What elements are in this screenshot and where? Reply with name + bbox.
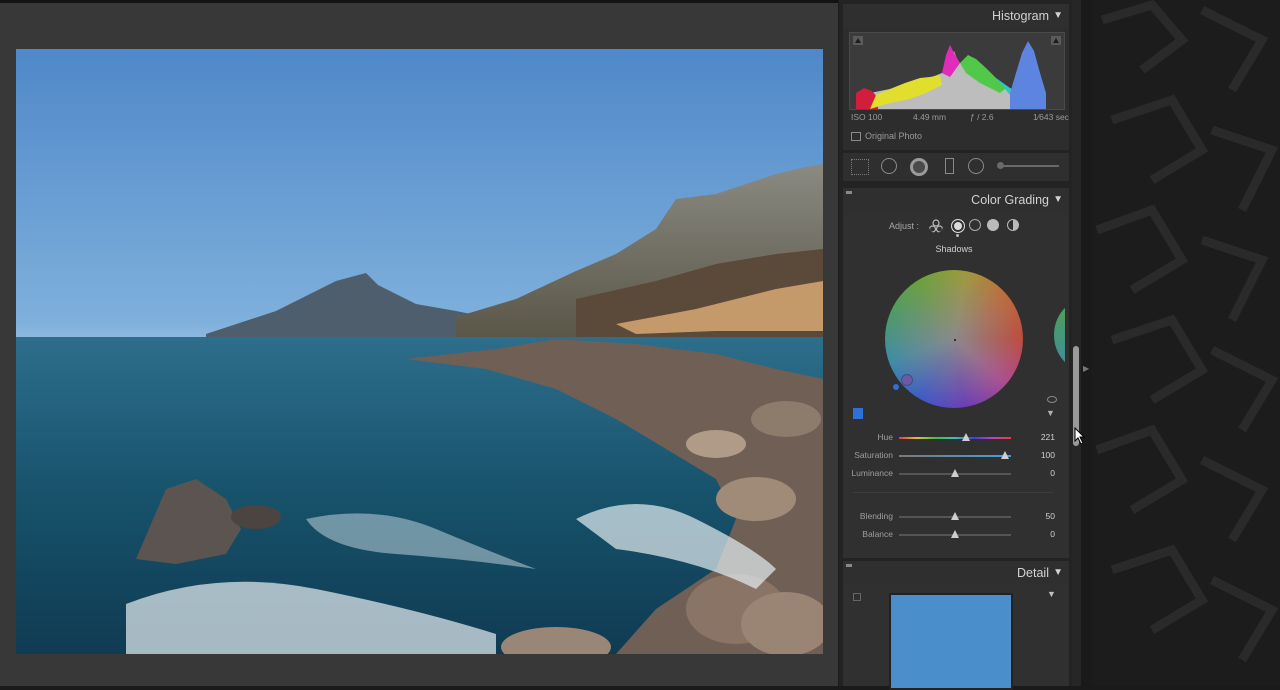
wheel-label: Shadows bbox=[935, 244, 973, 254]
panel-scrollbar[interactable] bbox=[1072, 0, 1081, 686]
saturation-thumb[interactable] bbox=[1001, 451, 1009, 459]
grid-icon[interactable] bbox=[851, 159, 869, 175]
blending-thumb[interactable] bbox=[951, 512, 959, 520]
triangle-down-icon[interactable]: ▼ bbox=[1046, 408, 1055, 418]
triangle-down-icon[interactable]: ▼ bbox=[1053, 10, 1063, 21]
original-photo-label: Original Photo bbox=[865, 131, 923, 141]
triangle-down-icon[interactable]: ▼ bbox=[1053, 194, 1063, 205]
balance-label: Balance bbox=[862, 529, 893, 539]
shape-icon[interactable] bbox=[945, 158, 954, 174]
hue-label: Hue bbox=[877, 432, 893, 442]
three-way-view-icon[interactable] bbox=[929, 219, 943, 233]
right-panel: Histogram ▼ ISO 100 4.49 mm ƒ / 2.6 1⁄64… bbox=[838, 0, 1073, 690]
panel-pin-icon[interactable] bbox=[846, 564, 852, 567]
highlights-view-icon[interactable] bbox=[987, 219, 999, 231]
tool-slider[interactable] bbox=[997, 162, 1059, 169]
luminance-value[interactable]: 0 bbox=[1050, 468, 1055, 478]
hue-thumb[interactable] bbox=[962, 433, 970, 441]
wheel-selection-dot[interactable] bbox=[893, 384, 899, 390]
blending-slider-row[interactable]: Blending 50 bbox=[843, 510, 1065, 524]
luminance-thumb[interactable] bbox=[951, 469, 959, 477]
radial-mask-icon[interactable] bbox=[910, 158, 928, 176]
global-view-icon[interactable] bbox=[1007, 219, 1019, 231]
color-grading-title: Color Grading bbox=[971, 193, 1049, 207]
mouse-cursor-icon bbox=[1074, 427, 1086, 445]
brush-icon[interactable] bbox=[881, 158, 897, 174]
hue-slider-row[interactable]: Hue 221 bbox=[843, 431, 1065, 445]
section-divider bbox=[853, 492, 1053, 493]
image-canvas[interactable] bbox=[0, 3, 838, 686]
highlight-clipping-button[interactable] bbox=[1051, 36, 1061, 45]
background-pattern bbox=[1092, 0, 1280, 686]
next-wheel-partial[interactable] bbox=[1054, 300, 1065, 370]
saturation-track[interactable] bbox=[899, 455, 1011, 457]
panel-pin-icon[interactable] bbox=[846, 191, 852, 194]
luminance-slider-row[interactable]: Luminance 0 bbox=[843, 467, 1065, 481]
eye-icon[interactable] bbox=[1047, 396, 1057, 403]
histogram-title: Histogram bbox=[992, 9, 1049, 23]
histogram-chart bbox=[856, 41, 1046, 109]
midtones-view-icon[interactable] bbox=[969, 219, 981, 231]
shutter-readout: 1⁄643 sec bbox=[1033, 112, 1069, 122]
adjust-label: Adjust : bbox=[889, 221, 920, 231]
histogram-header[interactable]: Histogram ▼ bbox=[843, 4, 1069, 28]
original-photo-checkbox[interactable] bbox=[851, 132, 861, 142]
color-grading-section: Adjust : Shadows ▼ Hue 221 Saturation 10… bbox=[843, 212, 1069, 558]
blending-value[interactable]: 50 bbox=[1046, 511, 1055, 521]
blending-label: Blending bbox=[859, 511, 893, 521]
tool-slider-knob[interactable] bbox=[997, 162, 1004, 169]
detail-target-icon[interactable] bbox=[853, 593, 861, 601]
detail-header[interactable]: Detail ▼ bbox=[843, 561, 1069, 585]
detail-title: Detail bbox=[1017, 566, 1049, 580]
pattern-svg bbox=[1095, 0, 1279, 663]
original-photo-toggle[interactable]: Original Photo bbox=[851, 131, 923, 142]
histogram-graph[interactable] bbox=[849, 32, 1065, 110]
saturation-slider-row[interactable]: Saturation 100 bbox=[843, 449, 1065, 463]
triangle-down-icon[interactable]: ▼ bbox=[1047, 589, 1056, 599]
focal-readout: 4.49 mm bbox=[913, 112, 947, 122]
tool-strip bbox=[843, 153, 1069, 181]
detail-preview[interactable] bbox=[889, 593, 1013, 690]
iso-readout: ISO 100 bbox=[851, 112, 883, 122]
shadow-clipping-button[interactable] bbox=[853, 36, 863, 45]
detail-section: ▼ bbox=[843, 585, 1069, 690]
color-swatch[interactable] bbox=[853, 408, 863, 419]
balance-slider-row[interactable]: Balance 0 bbox=[843, 528, 1065, 542]
saturation-value[interactable]: 100 bbox=[1041, 450, 1055, 460]
balance-value[interactable]: 0 bbox=[1050, 529, 1055, 539]
luminance-label: Luminance bbox=[851, 468, 893, 478]
hue-value[interactable]: 221 bbox=[1041, 432, 1055, 442]
hue-track[interactable] bbox=[899, 437, 1011, 439]
ring-icon[interactable] bbox=[968, 158, 984, 174]
app-window: Histogram ▼ ISO 100 4.49 mm ƒ / 2.6 1⁄64… bbox=[0, 0, 1280, 690]
histogram-section: ISO 100 4.49 mm ƒ / 2.6 1⁄643 sec Origin… bbox=[843, 28, 1069, 150]
selected-indicator bbox=[956, 234, 959, 237]
aperture-readout: ƒ / 2.6 bbox=[970, 112, 994, 122]
panel-collapse-arrow-icon[interactable]: ▶ bbox=[1083, 364, 1089, 373]
shadows-view-icon[interactable] bbox=[951, 219, 965, 233]
wheel-puck[interactable] bbox=[901, 374, 913, 386]
photo-preview[interactable] bbox=[16, 49, 823, 654]
color-grading-header[interactable]: Color Grading ▼ bbox=[843, 188, 1069, 212]
saturation-label: Saturation bbox=[854, 450, 893, 460]
triangle-down-icon[interactable]: ▼ bbox=[1053, 567, 1063, 578]
wheel-center bbox=[954, 339, 956, 341]
balance-thumb[interactable] bbox=[951, 530, 959, 538]
